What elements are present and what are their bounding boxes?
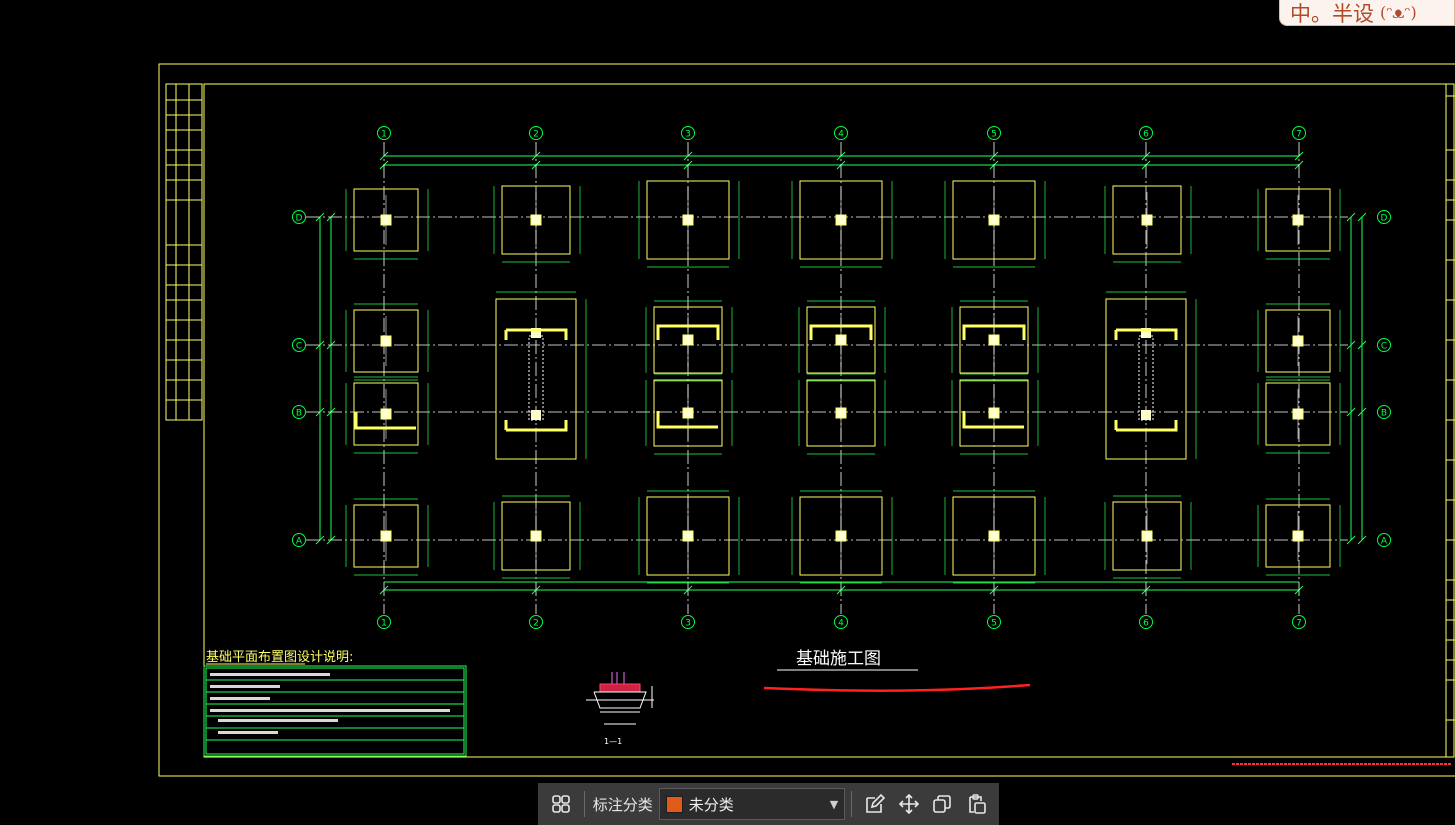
grid-label-col: 7 — [1296, 130, 1302, 140]
grid-label-col: 6 — [1143, 619, 1149, 629]
footing-A2[interactable] — [493, 495, 581, 579]
grid-bubbles: 1 1 2 2 3 3 4 4 5 5 6 6 7 7 D D C C B B A A — [292, 126, 1391, 629]
grid-label-row: D — [1381, 214, 1388, 224]
grid-label-col: 3 — [685, 619, 691, 629]
ime-text: 中。半设 — [1290, 1, 1374, 26]
grid-label-col: 2 — [533, 130, 539, 140]
footing-D3[interactable] — [638, 180, 740, 268]
move-icon — [898, 793, 919, 815]
grid-label-row: D — [296, 214, 303, 224]
footing-mid-9[interactable] — [951, 300, 1039, 382]
footing-mid-8[interactable] — [798, 373, 886, 455]
footing-A5[interactable] — [944, 490, 1046, 584]
cad-drawing-canvas[interactable]: 11223344556677D DC CB BA A 基础平面布置图设计说明: 1—1 … — [0, 0, 1455, 825]
footing-D4[interactable] — [791, 180, 893, 268]
footing-mid-1[interactable] — [345, 303, 429, 381]
combined-footing-2[interactable] — [495, 291, 587, 460]
grid-label-row: C — [1381, 342, 1387, 352]
grid-label-col: 2 — [533, 619, 539, 629]
ime-status-bar[interactable]: 中。半设 (ᵔᴥᵔ) — [1279, 0, 1455, 26]
copy-icon — [933, 795, 952, 813]
footings-layer[interactable] — [345, 180, 1341, 584]
copy-button[interactable] — [926, 787, 960, 821]
category-value: 未分类 — [688, 795, 734, 814]
annotation-toolbar: 标注分类 未分类 ▼ — [538, 783, 999, 825]
footing-D2[interactable] — [493, 185, 581, 263]
combined-footing-6[interactable] — [1105, 291, 1197, 460]
grid-label-row: A — [296, 537, 303, 547]
grid-label-row: B — [1381, 409, 1387, 419]
toolbar-separator — [583, 791, 585, 817]
grid-label-col: 1 — [381, 130, 387, 140]
section-detail-1-1: 1—1 — [586, 672, 654, 746]
category-label: 标注分类 — [592, 795, 653, 814]
grid-label-row: B — [296, 409, 302, 419]
grid-label-row: A — [1381, 537, 1388, 547]
category-dropdown[interactable]: 未分类 ▼ — [658, 788, 846, 820]
grid-label-col: 7 — [1296, 619, 1302, 629]
paste-button[interactable] — [959, 787, 993, 821]
paste-icon — [969, 794, 986, 814]
grid-label-col: 1 — [381, 619, 387, 629]
footing-mid-7[interactable] — [798, 300, 886, 382]
ime-mascot-icon: (ᵔᴥᵔ) — [1380, 3, 1417, 22]
drawing-title: 基础施工图 — [796, 649, 881, 669]
toolbar-separator — [851, 791, 853, 817]
grid-label-row: C — [296, 342, 302, 352]
footing-D5[interactable] — [944, 180, 1046, 268]
footing-A4[interactable] — [791, 490, 893, 584]
left-title-strip — [165, 83, 203, 421]
design-notes: 基础平面布置图设计说明: — [203, 650, 467, 757]
grid-apps-icon — [552, 795, 570, 813]
footing-A3[interactable] — [638, 490, 740, 584]
notes-title: 基础平面布置图设计说明: — [206, 650, 353, 665]
footing-D1[interactable] — [345, 188, 429, 260]
grid-label-col: 4 — [838, 619, 844, 629]
category-color-swatch — [665, 795, 683, 813]
footing-D6[interactable] — [1104, 185, 1192, 263]
footing-A6[interactable] — [1104, 495, 1192, 579]
grid-label-col: 5 — [991, 130, 997, 140]
footing-A1[interactable] — [345, 498, 429, 576]
edit-icon — [866, 793, 886, 813]
grid-label-col: 4 — [838, 130, 844, 140]
edit-button[interactable] — [858, 787, 892, 821]
footing-mid-2[interactable] — [345, 376, 429, 454]
layout-grid-button[interactable] — [544, 787, 578, 821]
red-markup-underline[interactable] — [763, 683, 1031, 692]
move-button[interactable] — [892, 787, 926, 821]
section-label: 1—1 — [604, 737, 622, 746]
grid-label-col: 6 — [1143, 130, 1149, 140]
grid-label-col: 5 — [991, 619, 997, 629]
grid-label-col: 3 — [685, 130, 691, 140]
grid-lines — [306, 142, 1348, 614]
footing-mid-5[interactable] — [645, 300, 733, 382]
chevron-down-icon: ▼ — [829, 797, 839, 811]
